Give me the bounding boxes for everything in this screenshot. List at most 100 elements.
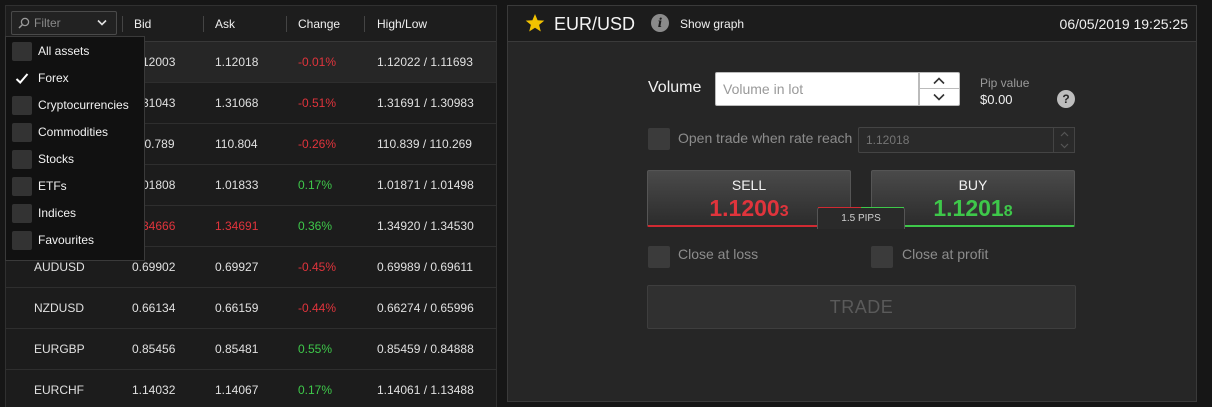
sell-label: SELL — [731, 177, 767, 193]
bid-cell: 0.85456 — [132, 342, 176, 356]
rate-stepper[interactable] — [1053, 127, 1075, 153]
change-cell: 0.36% — [298, 219, 333, 233]
high-low-cell: 1.01871 / 1.01498 — [377, 178, 474, 192]
pair-title: EUR/USD — [554, 14, 636, 34]
filter-option[interactable]: Cryptocurrencies — [6, 92, 144, 119]
ask-cell: 0.85481 — [215, 342, 259, 356]
volume-input[interactable] — [715, 72, 919, 106]
filter-option-label: Cryptocurrencies — [38, 98, 129, 112]
close-at-loss-label: Close at loss — [678, 246, 759, 262]
volume-stepper — [919, 72, 960, 106]
close-at-loss-checkbox[interactable] — [648, 246, 670, 268]
symbol-cell: NZDUSD — [34, 301, 84, 315]
close-at-profit-label: Close at profit — [902, 246, 989, 262]
bid-cell: 1.14032 — [132, 383, 176, 397]
filter-option-checkbox[interactable] — [12, 177, 32, 196]
header-ask[interactable]: Ask — [203, 6, 283, 42]
ask-cell: 1.14067 — [215, 383, 259, 397]
header-high-low[interactable]: High/Low — [364, 6, 484, 42]
ask-cell: 110.804 — [215, 137, 258, 151]
trade-header: EUR/USD i Show graph 06/05/2019 19:25:25 — [508, 6, 1196, 42]
filter-option-checkbox[interactable] — [12, 204, 32, 223]
filter-option-checkbox[interactable] — [12, 69, 32, 88]
filter-option[interactable]: ETFs — [6, 173, 144, 200]
high-low-cell: 0.85459 / 0.84888 — [377, 342, 474, 356]
ask-cell: 0.69927 — [215, 260, 259, 274]
change-cell: -0.01% — [298, 55, 337, 69]
chevron-down-icon — [1060, 143, 1069, 149]
change-cell: 0.17% — [298, 383, 333, 397]
high-low-cell: 1.14061 / 1.13488 — [377, 383, 474, 397]
filter-dropdown[interactable]: Filter — [11, 11, 117, 35]
high-low-cell: 0.66274 / 0.65996 — [377, 301, 474, 315]
filter-option-checkbox[interactable] — [12, 150, 32, 169]
volume-label: Volume — [648, 79, 702, 96]
filter-option[interactable]: Stocks — [6, 146, 144, 173]
chevron-down-icon — [97, 19, 107, 26]
open-trade-label: Open trade when rate reach — [678, 130, 853, 146]
table-row[interactable]: NZDUSD 0.66134 0.66159 -0.44% 0.66274 / 0.65… — [6, 288, 496, 329]
open-trade-checkbox[interactable] — [648, 128, 670, 150]
filter-option[interactable]: All assets — [6, 38, 144, 65]
filter-placeholder: Filter — [34, 16, 61, 30]
pip-value: $0.00 — [980, 92, 1013, 107]
ask-cell: 1.31068 — [215, 96, 259, 110]
symbol-cell: EURCHF — [34, 383, 84, 397]
filter-option-label: ETFs — [38, 179, 67, 193]
filter-option[interactable]: Indices — [6, 200, 144, 227]
ask-cell: 1.34691 — [215, 219, 259, 233]
info-icon[interactable]: i — [651, 14, 669, 32]
high-low-cell: 1.34920 / 1.34530 — [377, 219, 474, 233]
chevron-down-icon — [933, 93, 945, 101]
table-row[interactable]: EURGBP 0.85456 0.85481 0.55% 0.85459 / 0.848… — [6, 329, 496, 370]
filter-option-checkbox[interactable] — [12, 96, 32, 115]
datetime: 06/05/2019 19:25:25 — [1059, 16, 1188, 32]
ask-cell: 0.66159 — [215, 301, 259, 315]
change-cell: -0.45% — [298, 260, 337, 274]
chevron-up-icon — [1060, 131, 1069, 137]
high-low-cell: 0.69989 / 0.69611 — [377, 260, 473, 274]
change-cell: 0.55% — [298, 342, 333, 356]
ask-cell: 1.12018 — [215, 55, 259, 69]
filter-option-label: Favourites — [38, 233, 95, 247]
high-low-cell: 110.839 / 110.269 — [377, 137, 472, 151]
filter-option-label: Commodities — [38, 125, 109, 139]
filter-option-label: Stocks — [38, 152, 75, 166]
filter-option-label: Indices — [38, 206, 77, 220]
filter-option[interactable]: Forex — [6, 65, 144, 92]
asset-filter-menu: All assets Forex Cryptocurrencies Commoditi… — [5, 36, 145, 261]
filter-option-label: Forex — [38, 71, 69, 85]
filter-option-checkbox[interactable] — [12, 231, 32, 250]
rate-input[interactable] — [858, 127, 1054, 153]
change-cell: 0.17% — [298, 178, 333, 192]
symbol-cell: EURGBP — [34, 342, 85, 356]
check-icon — [15, 73, 29, 84]
volume-decrease-button[interactable] — [920, 89, 959, 105]
filter-option-checkbox[interactable] — [12, 42, 32, 61]
chevron-up-icon — [933, 77, 945, 85]
trade-button[interactable]: TRADE — [647, 285, 1076, 329]
search-icon — [18, 17, 30, 29]
filter-option-checkbox[interactable] — [12, 123, 32, 142]
pip-value-label: Pip value — [980, 76, 1030, 90]
high-low-cell: 1.12022 / 1.11693 — [377, 55, 473, 69]
spread-badge: 1.5 PIPS — [817, 207, 905, 229]
volume-increase-button[interactable] — [920, 73, 959, 89]
show-graph-link[interactable]: Show graph — [680, 6, 744, 42]
close-at-profit-checkbox[interactable] — [871, 246, 893, 268]
change-cell: -0.26% — [298, 137, 337, 151]
filter-option[interactable]: Commodities — [6, 119, 144, 146]
buy-label: BUY — [958, 177, 988, 193]
trade-panel: EUR/USD i Show graph 06/05/2019 19:25:25… — [507, 5, 1197, 402]
change-cell: -0.44% — [298, 301, 337, 315]
high-low-cell: 1.31691 / 1.30983 — [377, 96, 474, 110]
filter-option[interactable]: Favourites — [6, 227, 144, 254]
help-icon[interactable]: ? — [1057, 90, 1075, 108]
filter-option-label: All assets — [38, 44, 90, 58]
table-row[interactable]: EURCHF 1.14032 1.14067 0.17% 1.14061 / 1.134… — [6, 370, 496, 407]
bid-cell: 0.66134 — [132, 301, 176, 315]
star-icon[interactable] — [525, 13, 545, 33]
ask-cell: 1.01833 — [215, 178, 259, 192]
change-cell: -0.51% — [298, 96, 337, 110]
header-change[interactable]: Change — [286, 6, 366, 42]
